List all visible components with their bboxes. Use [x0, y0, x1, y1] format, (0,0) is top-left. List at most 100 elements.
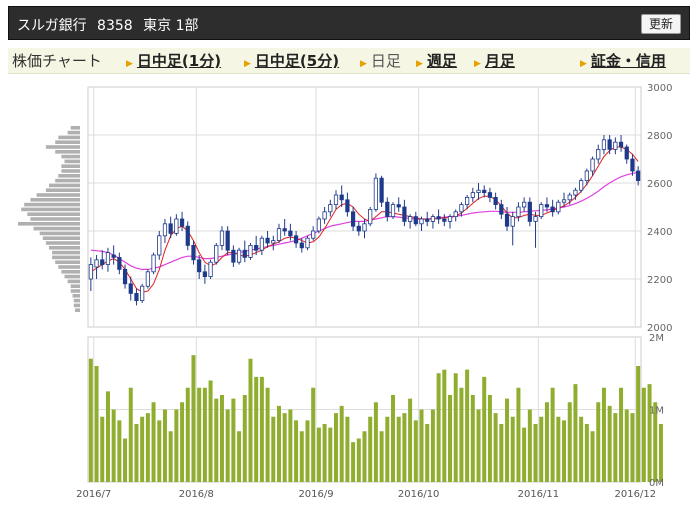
x-tick-label: 2016/7 [76, 489, 111, 500]
volume-profile [18, 126, 81, 312]
volume-bar [356, 438, 361, 482]
candle-body [470, 192, 475, 198]
volume-bar [288, 409, 293, 482]
candle-body [459, 204, 464, 213]
candle-body [265, 237, 270, 244]
candle-body [94, 259, 99, 268]
candle-body [259, 237, 264, 251]
volume-bar [579, 416, 584, 482]
volume-profile-bar [30, 198, 80, 202]
volume-bar [533, 424, 538, 482]
volume-bar [430, 409, 435, 482]
candle-body [522, 201, 527, 208]
candle-body [516, 206, 521, 217]
candle-body [88, 264, 93, 280]
candle-body [465, 196, 470, 205]
candle-body [624, 146, 629, 160]
candle-body [168, 223, 173, 234]
volume-bar [556, 416, 561, 482]
volume-profile-bar [64, 159, 80, 164]
candle-body [356, 225, 361, 232]
candle-body [499, 204, 504, 215]
volume-bar [362, 431, 367, 482]
candle-body [202, 271, 207, 277]
candle-body [145, 271, 150, 287]
price-tick-label: 3000 [647, 83, 672, 94]
volume-profile-bar [73, 298, 80, 303]
volume-bar [658, 424, 663, 482]
candle-body [111, 254, 116, 258]
volume-bar [453, 373, 458, 482]
candle-body [157, 235, 162, 256]
candle-body [174, 218, 179, 234]
candle-body [476, 189, 481, 193]
price-tick-label: 2400 [647, 227, 672, 238]
price-tick-label: 2800 [647, 131, 672, 142]
volume-bar [641, 387, 646, 482]
candle-body [236, 249, 242, 263]
volume-bar [333, 413, 338, 482]
volume-bar [373, 402, 378, 482]
volume-profile-bar [30, 217, 80, 221]
candle-body [276, 228, 282, 242]
volume-bar [168, 431, 173, 482]
candle-body [322, 211, 327, 220]
volume-bar [185, 387, 190, 482]
candle-body [396, 204, 401, 208]
volume-bar [105, 391, 110, 482]
candle-body [419, 218, 424, 225]
volume-bar [157, 420, 162, 482]
candle-body [533, 216, 538, 222]
candle-body [271, 240, 276, 244]
volume-bar [550, 387, 555, 482]
candle-body [208, 261, 213, 278]
candle-body [282, 228, 287, 232]
candle-body [442, 218, 447, 222]
volume-bar [345, 416, 350, 482]
volume-bar [493, 413, 498, 482]
candle-body [561, 199, 567, 203]
candle-body [607, 139, 612, 150]
candle-body [333, 194, 339, 205]
candle-body [328, 204, 333, 213]
volume-bar [174, 409, 179, 482]
candle-body [254, 244, 259, 251]
volume-bar [111, 409, 116, 482]
candle-body [151, 254, 156, 273]
volume-bar [544, 402, 549, 482]
candle-body [128, 283, 133, 294]
volume-bar [134, 424, 139, 482]
candle-body [493, 196, 498, 205]
candle-body [402, 206, 407, 222]
volume-bar [145, 413, 150, 482]
volume-bar [379, 431, 384, 482]
volume-profile-bar [58, 265, 80, 269]
volume-bar [259, 376, 264, 482]
volume-bar [419, 409, 424, 482]
volume-bar [88, 358, 93, 482]
candle-body [140, 285, 145, 302]
volume-bar [442, 369, 447, 482]
volume-profile-bar [61, 154, 80, 159]
volume-profile-bar [49, 183, 80, 188]
candle-body [579, 180, 584, 191]
candle-body [293, 235, 299, 244]
volume-profile-bar [24, 202, 80, 207]
volume-bar [539, 416, 544, 482]
volume-bar [117, 420, 122, 482]
volume-bar [624, 409, 629, 482]
candle-body [636, 170, 641, 181]
volume-profile-bar [18, 222, 80, 226]
volume-bar [487, 395, 492, 482]
x-tick-label: 2016/8 [179, 489, 214, 500]
volume-bar [567, 402, 572, 482]
x-tick-label: 2016/11 [518, 489, 560, 500]
volume-bar [522, 427, 527, 482]
volume-bar [436, 373, 441, 482]
candle-body [191, 244, 196, 261]
volume-bar [305, 420, 310, 482]
volume-bar [402, 413, 407, 482]
volume-bar [562, 420, 567, 482]
candle-body [242, 249, 247, 258]
volume-profile-bar [52, 250, 80, 255]
